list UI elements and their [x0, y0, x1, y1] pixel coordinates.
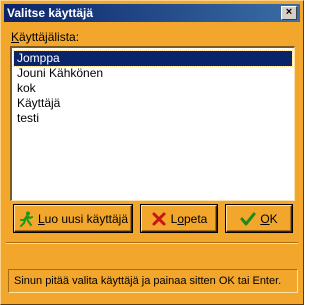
green-check-icon [240, 212, 256, 225]
select-user-dialog: Valitse käyttäjä × Käyttäjälista: Jomppa… [0, 0, 304, 305]
close-icon: × [285, 6, 293, 18]
list-item[interactable]: Jouni Kähkönen [14, 66, 292, 81]
status-text: Sinun pitää valita käyttäjä ja painaa si… [14, 275, 282, 287]
user-list-label: Käyttäjälista: [11, 30, 79, 44]
new-user-label: Luo uusi käyttäjä [38, 212, 128, 226]
quit-button[interactable]: Lopeta [141, 205, 217, 232]
ok-label: OK [260, 212, 277, 226]
quit-label-rest: peta [184, 211, 208, 226]
running-person-icon [19, 211, 33, 227]
new-user-mnemonic: L [37, 211, 45, 226]
list-item[interactable]: Jomppa [13, 50, 293, 67]
list-item[interactable]: testi [14, 111, 292, 126]
list-item[interactable]: kok [14, 81, 292, 96]
new-user-button[interactable]: Luo uusi käyttäjä [14, 205, 132, 232]
user-list-label-mnemonic: K [11, 30, 20, 44]
ok-mnemonic: O [260, 211, 270, 226]
new-user-label-rest: uo uusi käyttäjä [44, 211, 129, 226]
quit-label: Lopeta [171, 212, 208, 226]
quit-mnemonic: o [177, 211, 184, 226]
list-item[interactable]: Käyttäjä [14, 96, 292, 111]
close-button[interactable]: × [281, 6, 297, 20]
user-listbox[interactable]: Jomppa Jouni Kähkönen kok Käyttäjä testi [10, 46, 295, 201]
title-bar[interactable]: Valitse käyttäjä × [4, 4, 300, 22]
red-x-icon [152, 212, 166, 225]
user-list-label-rest: äyttäjälista: [19, 30, 80, 44]
window-title: Valitse käyttäjä [7, 6, 94, 20]
ok-button[interactable]: OK [226, 205, 292, 232]
status-hint: Sinun pitää valita käyttäjä ja painaa si… [8, 269, 298, 293]
divider [6, 242, 298, 244]
ok-label-rest: K [269, 211, 278, 226]
